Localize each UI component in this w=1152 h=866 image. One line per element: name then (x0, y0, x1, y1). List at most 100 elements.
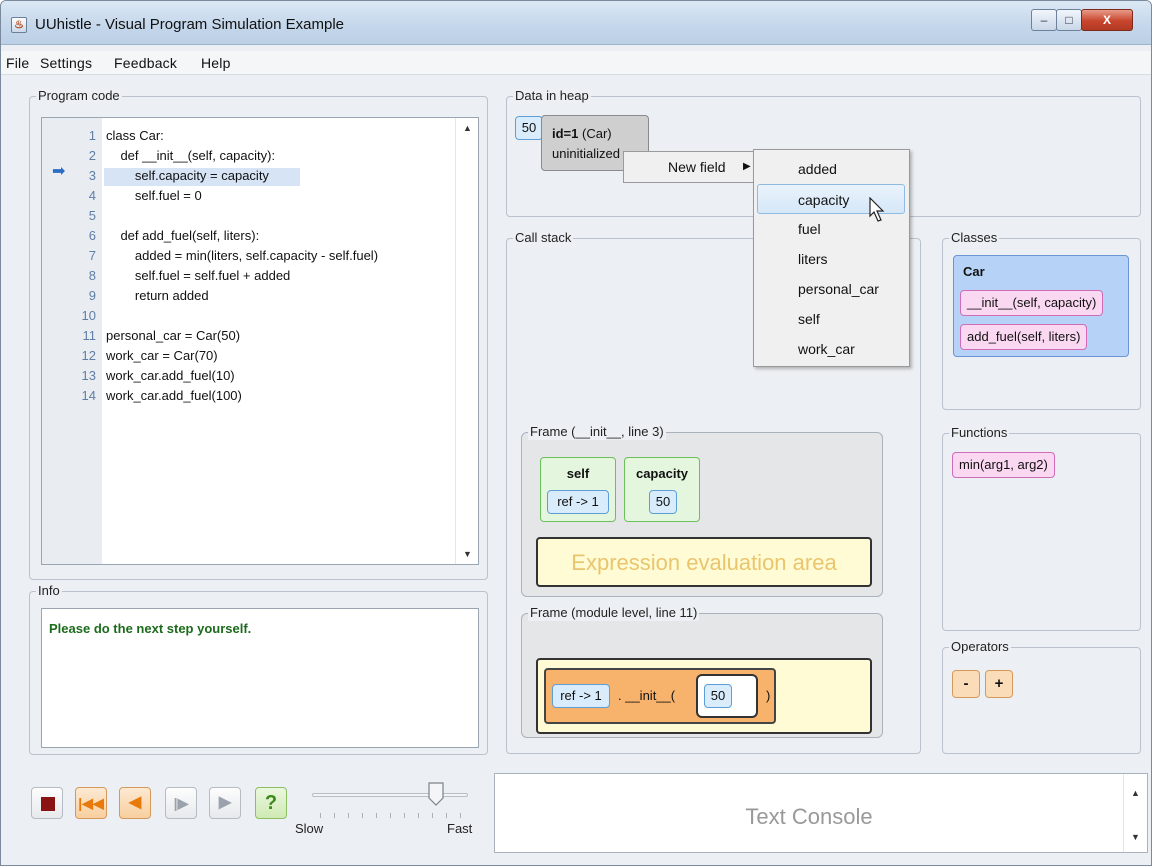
code-line[interactable]: 12 work_car = Car(70) (42, 346, 478, 366)
rewind-icon: |◀◀ (78, 795, 104, 811)
module-expression-area: ref -> 1 . __init__( 50 ) (536, 658, 872, 734)
question-icon: ? (264, 792, 278, 814)
code-text: return added (106, 288, 209, 303)
operator-minus[interactable]: - (952, 670, 980, 698)
rewind-button[interactable]: |◀◀ (75, 787, 107, 819)
object-type: (Car) (582, 126, 612, 141)
line-number: 3 (88, 168, 96, 183)
line-number: 13 (81, 368, 96, 383)
code-line[interactable]: 10 (42, 306, 478, 326)
variable-value[interactable]: ref -> 1 (547, 490, 609, 514)
slider-tick (446, 813, 447, 818)
variable-capacity[interactable]: capacity 50 (624, 457, 700, 522)
call-ref-value[interactable]: ref -> 1 (552, 684, 610, 708)
scroll-down-icon[interactable]: ▼ (1131, 832, 1140, 842)
method-call-expression[interactable]: ref -> 1 . __init__( 50 ) (544, 668, 776, 724)
scroll-down-icon[interactable]: ▼ (463, 549, 472, 559)
menu-settings[interactable]: Settings (40, 55, 92, 71)
submenu-arrow-icon: ▶ (743, 161, 751, 172)
submenu-item-personal-car[interactable]: personal_car (754, 274, 909, 304)
expression-evaluation-area[interactable]: Expression evaluation area (536, 537, 872, 587)
code-line[interactable]: 3 self.capacity = capacity (42, 166, 478, 186)
stop-icon (41, 797, 55, 811)
code-text: self.capacity = capacity (106, 168, 269, 183)
submenu-item-liters[interactable]: liters (754, 244, 909, 274)
code-line[interactable]: 13 work_car.add_fuel(10) (42, 366, 478, 386)
step-back-button[interactable]: ◀ (119, 787, 151, 819)
code-line[interactable]: 11 personal_car = Car(50) (42, 326, 478, 346)
code-line[interactable]: 2 def __init__(self, capacity): (42, 146, 478, 166)
console-scrollbar[interactable]: ▲ ▼ (1123, 774, 1147, 852)
operators-panel: Operators - + (942, 639, 1141, 754)
frame-init-label: Frame (__init__, line 3) (528, 424, 666, 440)
heap-value[interactable]: 50 (515, 116, 543, 140)
code-line[interactable]: 6 def add_fuel(self, liters): (42, 226, 478, 246)
mouse-pointer-icon (869, 197, 885, 222)
classes-panel: Classes Car __init__(self, capacity) add… (942, 230, 1141, 410)
code-line[interactable]: 1 class Car: (42, 126, 478, 146)
operator-plus[interactable]: + (985, 670, 1013, 698)
program-code-label: Program code (36, 88, 122, 104)
new-field-menu-item[interactable]: New field (668, 159, 726, 175)
slider-tick (404, 813, 405, 818)
line-number: 9 (88, 288, 96, 303)
line-number: 11 (82, 328, 97, 343)
method-init[interactable]: __init__(self, capacity) (960, 290, 1104, 316)
variable-self[interactable]: self ref -> 1 (540, 457, 616, 522)
functions-panel: Functions min(arg1, arg2) (942, 425, 1141, 631)
function-min[interactable]: min(arg1, arg2) (952, 452, 1055, 478)
speed-slider-thumb[interactable] (427, 782, 445, 806)
code-text: work_car.add_fuel(10) (106, 368, 235, 383)
method-add-fuel[interactable]: add_fuel(self, liters) (960, 324, 1088, 350)
line-number: 7 (88, 248, 96, 263)
class-car[interactable]: Car __init__(self, capacity) add_fuel(se… (953, 255, 1129, 357)
field-submenu: added capacity fuel liters personal_car … (753, 149, 910, 367)
slider-tick (348, 813, 349, 818)
scroll-up-icon[interactable]: ▲ (1131, 788, 1140, 798)
code-line[interactable]: 9 return added (42, 286, 478, 306)
line-number: 1 (88, 128, 96, 143)
menu-file[interactable]: File (6, 55, 29, 71)
code-line[interactable]: 8 self.fuel = self.fuel + added (42, 266, 478, 286)
variable-name: self (566, 466, 590, 481)
code-line[interactable]: 4 self.fuel = 0 (42, 186, 478, 206)
submenu-item-work-car[interactable]: work_car (754, 334, 909, 364)
code-line[interactable]: 5 (42, 206, 478, 226)
submenu-item-added[interactable]: added (754, 154, 909, 184)
step-forward-button[interactable]: |▶ (165, 787, 197, 819)
slider-tick (418, 813, 419, 818)
line-number: 5 (88, 208, 96, 223)
line-number: 10 (81, 308, 96, 323)
frame-module-label: Frame (module level, line 11) (528, 605, 700, 621)
help-button[interactable]: ? (255, 787, 287, 819)
variable-value[interactable]: 50 (649, 490, 677, 514)
call-argument-slot[interactable]: 50 (696, 674, 758, 718)
line-number: 4 (88, 188, 96, 203)
classes-label: Classes (949, 230, 1000, 246)
speed-slow-label: Slow (295, 821, 324, 836)
class-name: Car (963, 264, 985, 279)
code-scrollbar[interactable]: ▲ ▼ (455, 118, 478, 564)
code-line[interactable]: 7 added = min(liters, self.capacity - se… (42, 246, 478, 266)
code-line[interactable]: 14 work_car.add_fuel(100) (42, 386, 478, 406)
close-button[interactable]: X (1081, 9, 1133, 31)
call-arg-value[interactable]: 50 (704, 684, 732, 708)
menu-help[interactable]: Help (201, 55, 231, 71)
line-number: 6 (88, 228, 96, 243)
code-text: class Car: (106, 128, 164, 143)
code-text: def add_fuel(self, liters): (106, 228, 260, 243)
console-placeholder: Text Console (745, 804, 873, 829)
text-console[interactable]: Text Console ▲ ▼ (494, 773, 1148, 853)
code-editor[interactable]: ➡ 1 class Car: 2 def __init__(self, capaci… (41, 117, 479, 565)
line-number: 2 (88, 148, 96, 163)
scroll-up-icon[interactable]: ▲ (463, 123, 472, 133)
maximize-button[interactable]: □ (1056, 9, 1082, 31)
submenu-item-self[interactable]: self (754, 304, 909, 334)
minimize-button[interactable]: – (1031, 9, 1057, 31)
menu-feedback[interactable]: Feedback (114, 55, 177, 71)
next-button[interactable]: ▶ (209, 787, 241, 819)
slider-tick (320, 813, 321, 818)
stop-button[interactable] (31, 787, 63, 819)
line-number: 8 (88, 268, 96, 283)
heap-label: Data in heap (513, 88, 591, 104)
